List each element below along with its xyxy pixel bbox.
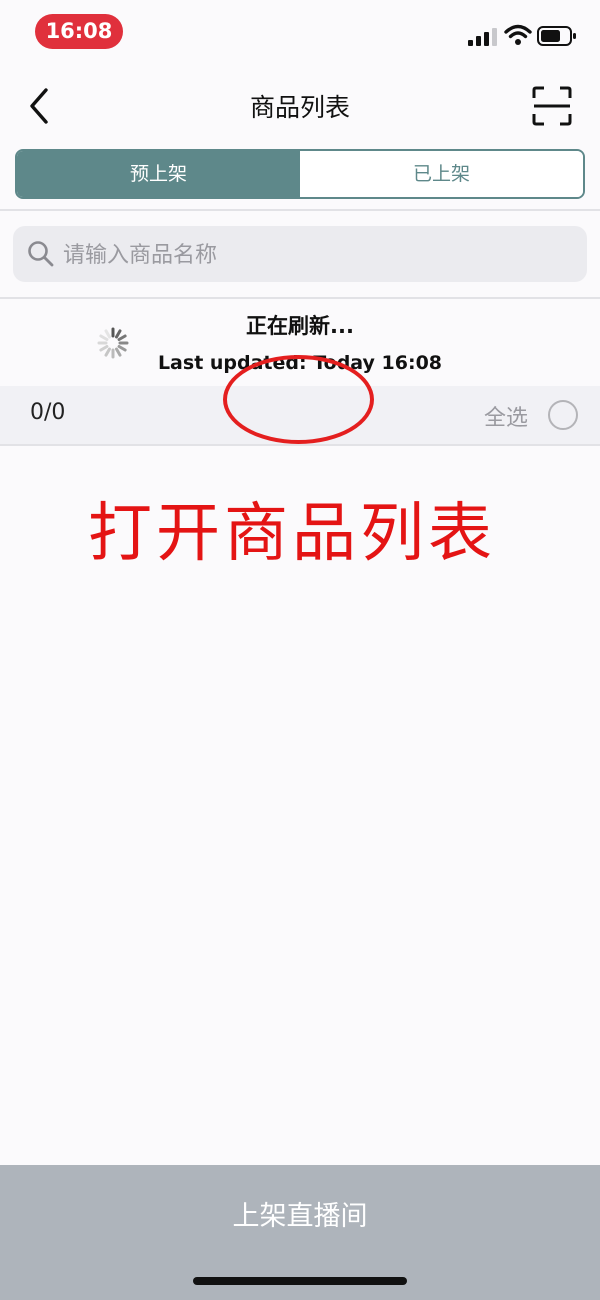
tab-listed[interactable]: 已上架	[300, 151, 583, 197]
annotation-caption: 打开商品列表	[88, 497, 496, 571]
page-title: 商品列表	[249, 93, 350, 122]
scan-icon[interactable]	[532, 86, 572, 126]
status-time: 16:08	[35, 14, 123, 49]
bottom-bar: 上架直播间	[0, 1165, 600, 1300]
signal-icon	[468, 28, 497, 46]
search-bar	[13, 226, 587, 282]
battery-icon	[537, 26, 576, 46]
list-to-live-room-button[interactable]: 上架直播间	[0, 1165, 600, 1265]
wifi-icon	[504, 24, 532, 45]
search-icon	[28, 241, 54, 267]
divider	[0, 297, 600, 299]
status-bar: 16:08	[0, 0, 600, 62]
select-all-radio[interactable]	[548, 400, 578, 430]
refresh-status: 正在刷新...	[246, 314, 354, 338]
search-input[interactable]	[61, 234, 575, 276]
item-count: 0/0	[30, 400, 66, 425]
divider	[0, 209, 600, 211]
segment-tabs: 预上架 已上架	[15, 149, 585, 199]
home-indicator	[193, 1277, 407, 1285]
tab-pre-listing[interactable]: 预上架	[17, 151, 300, 197]
annotation-circle	[223, 355, 374, 444]
select-all-label[interactable]: 全选	[484, 400, 528, 432]
nav-bar: 商品列表	[0, 70, 600, 142]
